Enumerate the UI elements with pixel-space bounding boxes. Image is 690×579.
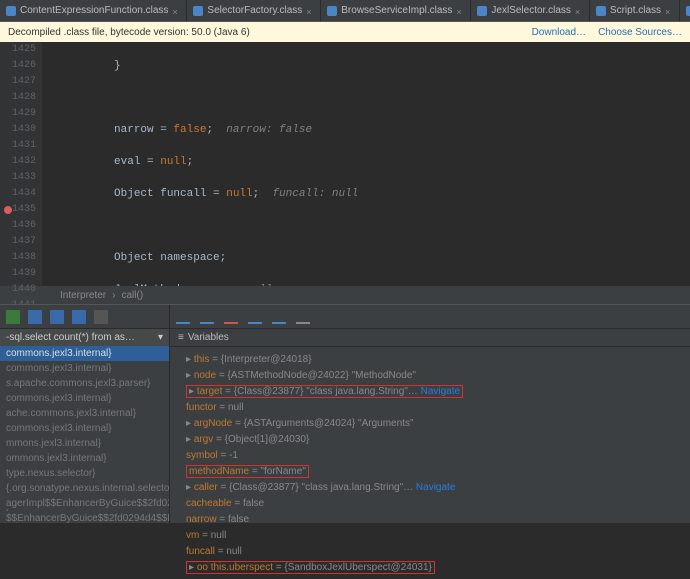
step-icon[interactable] [248, 310, 262, 324]
variable-row[interactable]: ▸ argv = {Object[1]@24030} [174, 431, 686, 447]
step-icon[interactable] [296, 310, 310, 324]
variable-row[interactable]: ▸ oo this.uberspect = {SandboxJexlUbersp… [174, 559, 686, 575]
frame-item[interactable]: commons.jexl3.internal} [0, 391, 169, 406]
tab-3[interactable]: JexlSelector.class× [471, 0, 589, 21]
tab-4[interactable]: Script.class× [590, 0, 680, 21]
step-out-icon[interactable] [72, 310, 86, 324]
code-area[interactable]: } narrow = false; narrow: false eval = n… [42, 42, 690, 286]
close-icon[interactable]: × [665, 7, 673, 15]
banner-text: Decompiled .class file, bytecode version… [8, 27, 250, 38]
variable-row[interactable]: functor = null [174, 399, 686, 415]
variable-row[interactable]: ▸ caller = {Class@23877} "class java.lan… [174, 479, 686, 495]
rerun-icon[interactable] [6, 310, 20, 324]
line-gutter: 1425142614271428142914301431143214331434… [0, 42, 42, 286]
frame-item[interactable]: commons.jexl3.internal} [0, 421, 169, 436]
class-icon [686, 6, 690, 16]
tab-2[interactable]: BrowseServiceImpl.class× [321, 0, 471, 21]
frame-item[interactable]: commons.jexl3.internal} [0, 361, 169, 376]
variables-header: ≡ Variables [170, 329, 690, 347]
variable-row[interactable]: ▸ argNode = {ASTArguments@24024} "Argume… [174, 415, 686, 431]
variables-tree[interactable]: ▸ this = {Interpreter@24018}▸ node = {AS… [170, 347, 690, 579]
frame-list[interactable]: commons.jexl3.internal} commons.jexl3.in… [0, 346, 169, 526]
variables-panel: ≡ Variables ▸ this = {Interpreter@24018}… [170, 305, 690, 523]
class-icon [6, 6, 16, 16]
frame-item[interactable]: ommons.jexl3.internal} [0, 451, 169, 466]
breadcrumb: Interpreter›call() [0, 286, 690, 304]
debugger-panel: -sql.select count(*) from as…▾ commons.j… [0, 304, 690, 523]
class-icon [477, 6, 487, 16]
step-icon[interactable] [176, 310, 190, 324]
step-icon[interactable] [272, 310, 286, 324]
editor-tabs: ContentExpressionFunction.class× Selecto… [0, 0, 690, 22]
debug-toolbar [170, 305, 690, 329]
step-into-icon[interactable] [50, 310, 64, 324]
decompile-banner: Decompiled .class file, bytecode version… [0, 22, 690, 42]
tab-0[interactable]: ContentExpressionFunction.class× [0, 0, 187, 21]
breakpoint-icon: 1435 [0, 202, 36, 218]
frame-item[interactable]: $$EnhancerByGuice$$2fd0294d4$$FastClassB… [0, 511, 169, 526]
close-icon[interactable]: × [456, 7, 464, 15]
step-icon[interactable] [200, 310, 214, 324]
variable-row[interactable]: methodName = "forName" [174, 463, 686, 479]
choose-sources-link[interactable]: Choose Sources… [598, 27, 682, 38]
tab-1[interactable]: SelectorFactory.class× [187, 0, 321, 21]
code-editor[interactable]: 1425142614271428142914301431143214331434… [0, 42, 690, 286]
variable-row[interactable]: ▸ this = {Interpreter@24018} [174, 351, 686, 367]
frame-item[interactable]: {.org.sonatype.nexus.internal.selector} [0, 481, 169, 496]
close-icon[interactable]: × [306, 7, 314, 15]
variable-row[interactable]: symbol = -1 [174, 447, 686, 463]
step-over-icon[interactable] [28, 310, 42, 324]
close-icon[interactable]: × [575, 7, 583, 15]
chevron-down-icon[interactable]: ▾ [158, 332, 163, 343]
class-icon [193, 6, 203, 16]
variable-row[interactable]: ▸ target = {Class@23877} "class java.lan… [174, 383, 686, 399]
step-icon[interactable] [224, 310, 238, 324]
more-icon[interactable] [94, 310, 108, 324]
class-icon [596, 6, 606, 16]
evaluate-expression[interactable]: -sql.select count(*) from as…▾ [0, 329, 169, 346]
variable-row[interactable]: cacheable = false [174, 495, 686, 511]
variables-icon: ≡ [178, 332, 184, 343]
variable-row[interactable]: ▸ node = {ASTMethodNode@24022} "MethodNo… [174, 367, 686, 383]
frames-panel: -sql.select count(*) from as…▾ commons.j… [0, 305, 170, 523]
frame-item[interactable]: type.nexus.selector} [0, 466, 169, 481]
frame-item[interactable]: agerImpl$$EnhancerByGuice$$2fd0294d4 } [0, 496, 169, 511]
frame-item[interactable]: ache.commons.jexl3.internal} [0, 406, 169, 421]
frame-item[interactable]: s.apache.commons.jexl3.parser} [0, 376, 169, 391]
frame-item[interactable]: commons.jexl3.internal} [0, 346, 169, 361]
download-link[interactable]: Download… [532, 27, 586, 38]
class-icon [327, 6, 337, 16]
tab-5[interactable]: Interpreter.class× [680, 0, 690, 21]
frame-item[interactable]: mmons.jexl3.internal} [0, 436, 169, 451]
variable-row[interactable]: funcall = null [174, 543, 686, 559]
variable-row[interactable]: narrow = false [174, 511, 686, 527]
close-icon[interactable]: × [172, 7, 180, 15]
variable-row[interactable]: vm = null [174, 527, 686, 543]
